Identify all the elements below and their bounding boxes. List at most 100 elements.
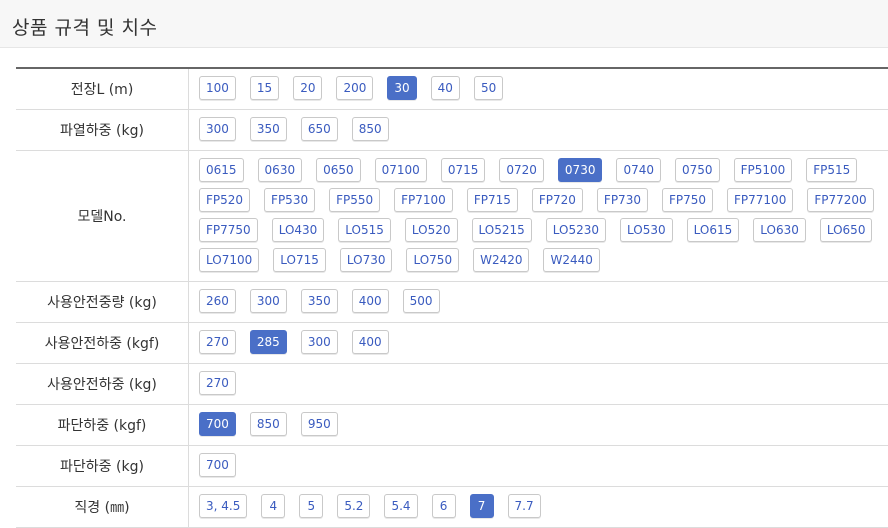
spec-option-button[interactable]: FP520	[199, 188, 251, 212]
page-header: 상품 규격 및 치수	[0, 0, 888, 48]
spec-option-button[interactable]: FP730	[596, 188, 648, 212]
spec-option-button[interactable]: 0715	[440, 158, 486, 182]
spec-options: 100 15 20 200 30 40 50	[189, 69, 888, 109]
spec-option-button[interactable]: 400	[351, 289, 389, 313]
spec-option-button[interactable]: 5.4	[384, 494, 418, 518]
spec-options: 700	[189, 446, 888, 486]
spec-option-button-selected[interactable]: 285	[249, 330, 287, 354]
spec-option-button[interactable]: 400	[351, 330, 389, 354]
spec-row: 파단하중 (kg) 700	[16, 446, 888, 487]
spec-option-button[interactable]: 270	[199, 330, 236, 354]
spec-option-button[interactable]: LO730	[339, 248, 393, 272]
spec-option-button[interactable]: LO615	[686, 218, 740, 242]
spec-table: 전장L (m) 100 15 20 200 30 40 50 파열하중 (kg) 300 350 65…	[16, 67, 888, 528]
spec-option-button[interactable]: W2420	[473, 248, 530, 272]
spec-option-button[interactable]: FP750	[661, 188, 714, 212]
spec-option-button[interactable]: 5.2	[337, 494, 371, 518]
spec-option-button[interactable]: 650	[300, 117, 338, 141]
spec-option-button[interactable]: FP515	[806, 158, 858, 182]
spec-option-button-selected[interactable]: 30	[387, 76, 417, 100]
spec-option-button[interactable]: FP7100	[394, 188, 453, 212]
spec-options: 270	[189, 364, 888, 404]
spec-row: 사용안전중량 (kg) 260 300 350 400 500	[16, 282, 888, 323]
spec-row: 사용안전하중 (kg) 270	[16, 364, 888, 405]
spec-option-button[interactable]: 6	[431, 494, 456, 518]
spec-option-button[interactable]: 07100	[374, 158, 427, 182]
spec-option-button[interactable]: FP7750	[199, 218, 258, 242]
page-title: 상품 규격 및 치수	[12, 17, 158, 39]
spec-option-button[interactable]: 0720	[499, 158, 544, 182]
spec-option-button[interactable]: 0750	[675, 158, 720, 182]
spec-option-button[interactable]: FP550	[329, 188, 381, 212]
spec-option-button[interactable]: LO530	[620, 218, 673, 242]
spec-option-button[interactable]: 850	[351, 117, 389, 141]
spec-option-button[interactable]: 0740	[616, 158, 662, 182]
spec-option-button[interactable]: 50	[473, 76, 504, 100]
spec-option-button[interactable]: 40	[430, 76, 460, 100]
spec-options: 270 285 300 400	[189, 323, 888, 363]
spec-row-label: 전장L (m)	[16, 69, 189, 109]
spec-option-button[interactable]: 350	[249, 117, 287, 141]
spec-option-button[interactable]: FP715	[466, 188, 518, 212]
spec-option-button[interactable]: LO630	[753, 218, 806, 242]
spec-option-button-selected[interactable]: 0730	[557, 158, 603, 182]
spec-option-button[interactable]: FP5100	[733, 158, 793, 182]
spec-option-button[interactable]: 700	[199, 453, 236, 477]
spec-option-button[interactable]: 3, 4.5	[199, 494, 248, 518]
spec-option-button[interactable]: LO5215	[471, 218, 532, 242]
spec-option-button[interactable]: 0630	[257, 158, 303, 182]
spec-options: 3, 4.5 4 5 5.2 5.4 6 7 7.7	[189, 487, 888, 527]
spec-option-button[interactable]: 300	[199, 117, 236, 141]
spec-option-button[interactable]: 850	[249, 412, 287, 436]
spec-options: 260 300 350 400 500	[189, 282, 888, 322]
spec-row: 전장L (m) 100 15 20 200 30 40 50	[16, 69, 888, 110]
spec-row: 사용안전하중 (kgf) 270 285 300 400	[16, 323, 888, 364]
spec-row: 파단하중 (kgf) 700 850 950	[16, 405, 888, 446]
spec-option-button[interactable]: 260	[199, 289, 236, 313]
spec-row-label: 파단하중 (kg)	[16, 446, 189, 486]
spec-option-button[interactable]: FP720	[531, 188, 583, 212]
spec-option-button[interactable]: 7.7	[507, 494, 541, 518]
spec-row-label: 파열하중 (kg)	[16, 110, 189, 150]
spec-option-button[interactable]: 270	[199, 371, 236, 395]
spec-option-button[interactable]: W2440	[543, 248, 600, 272]
spec-option-button[interactable]: LO750	[406, 248, 460, 272]
spec-options: 0615 0630 0650 07100 0715 0720 0730 0740 0750 FP5…	[189, 151, 888, 281]
spec-options: 700 850 950	[189, 405, 888, 445]
spec-option-button[interactable]: 15	[249, 76, 280, 100]
spec-row-label: 사용안전하중 (kg)	[16, 364, 189, 404]
spec-row-label: 사용안전하중 (kgf)	[16, 323, 189, 363]
spec-option-button[interactable]: 300	[249, 289, 287, 313]
spec-option-button[interactable]: 20	[293, 76, 323, 100]
spec-option-button[interactable]: 5	[299, 494, 324, 518]
spec-option-button[interactable]: 200	[336, 76, 374, 100]
spec-option-button[interactable]: FP77200	[807, 188, 874, 212]
spec-row-label: 파단하중 (kgf)	[16, 405, 189, 445]
spec-option-button[interactable]: LO715	[273, 248, 326, 272]
spec-row-label: 모델No.	[16, 151, 189, 281]
spec-option-button[interactable]: 950	[300, 412, 338, 436]
spec-option-button[interactable]: FP77100	[727, 188, 794, 212]
spec-options: 300 350 650 850	[189, 110, 888, 150]
spec-row-label: 사용안전중량 (kg)	[16, 282, 189, 322]
spec-row: 모델No. 0615 0630 0650 07100 0715 0720 0730 0740 07…	[16, 151, 888, 282]
spec-option-button[interactable]: LO650	[819, 218, 873, 242]
spec-option-button[interactable]: 500	[402, 289, 440, 313]
spec-option-button[interactable]: LO520	[404, 218, 458, 242]
spec-option-button[interactable]: LO5230	[545, 218, 607, 242]
spec-option-button[interactable]: LO430	[271, 218, 325, 242]
spec-option-button[interactable]: 4	[261, 494, 286, 518]
spec-row: 직경 (㎜) 3, 4.5 4 5 5.2 5.4 6 7 7.7	[16, 487, 888, 528]
spec-option-button[interactable]: 100	[199, 76, 236, 100]
spec-option-button[interactable]: LO7100	[199, 248, 260, 272]
spec-row: 파열하중 (kg) 300 350 650 850	[16, 110, 888, 151]
spec-option-button[interactable]: 0650	[316, 158, 361, 182]
spec-option-button[interactable]: 350	[300, 289, 338, 313]
spec-row-label: 직경 (㎜)	[16, 487, 189, 527]
spec-option-button[interactable]: FP530	[264, 188, 316, 212]
spec-option-button-selected[interactable]: 7	[469, 494, 494, 518]
spec-option-button[interactable]: 300	[300, 330, 338, 354]
spec-option-button[interactable]: LO515	[338, 218, 391, 242]
spec-option-button-selected[interactable]: 700	[199, 412, 236, 436]
spec-option-button[interactable]: 0615	[199, 158, 244, 182]
